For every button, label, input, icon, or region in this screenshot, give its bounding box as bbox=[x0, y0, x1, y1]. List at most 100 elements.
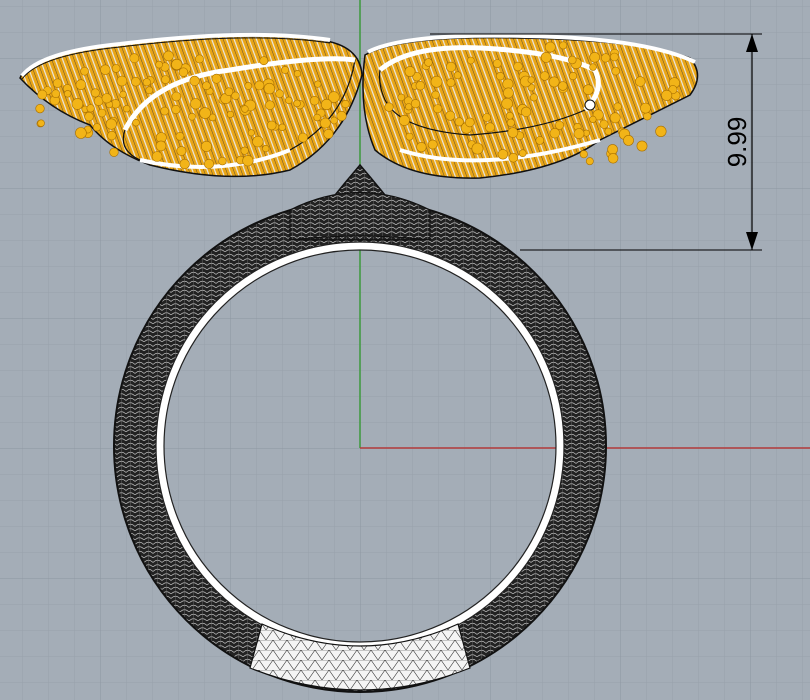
gemstone bbox=[171, 104, 181, 115]
gemstone bbox=[119, 90, 127, 99]
gemstone bbox=[323, 128, 334, 139]
gemstone bbox=[285, 96, 293, 105]
gemstone bbox=[109, 147, 119, 157]
gemstone bbox=[155, 140, 167, 152]
gemstone bbox=[336, 110, 347, 122]
gemstone bbox=[262, 145, 270, 153]
gemstone bbox=[482, 113, 492, 122]
gemstone bbox=[466, 56, 475, 65]
gemstone bbox=[558, 81, 568, 91]
gemstone bbox=[171, 91, 182, 102]
gemstone bbox=[453, 71, 462, 80]
gemstone bbox=[298, 132, 308, 143]
gemstone bbox=[37, 89, 48, 100]
gemstone bbox=[226, 110, 234, 118]
gemstone bbox=[430, 75, 443, 88]
gemstone bbox=[313, 113, 321, 122]
gemstone bbox=[636, 140, 648, 152]
gemstone bbox=[513, 61, 523, 72]
gemstone bbox=[404, 66, 416, 77]
gemstone bbox=[397, 93, 406, 102]
gemstone bbox=[610, 52, 619, 62]
gemstone bbox=[585, 157, 594, 166]
gemstone bbox=[496, 71, 505, 81]
gemstone bbox=[609, 112, 621, 124]
gemstone bbox=[601, 53, 611, 63]
gemstone bbox=[37, 119, 45, 127]
gemstone bbox=[131, 76, 141, 87]
gemstone bbox=[188, 112, 196, 121]
gemstone bbox=[573, 128, 585, 139]
gemstone bbox=[92, 123, 102, 132]
gemstone bbox=[195, 54, 204, 64]
dimension-value: 9.99 bbox=[722, 117, 752, 168]
gemstone bbox=[263, 82, 276, 95]
gemstone bbox=[122, 104, 131, 113]
gemstone bbox=[554, 120, 564, 130]
gemstone bbox=[559, 41, 568, 50]
gemstone bbox=[86, 104, 95, 113]
gemstone bbox=[640, 102, 651, 114]
gemstone bbox=[71, 98, 84, 110]
rhino-front-viewport[interactable]: 9.99 bbox=[0, 0, 810, 700]
gemstone bbox=[539, 71, 550, 81]
gemstone bbox=[341, 99, 350, 109]
gemstone bbox=[97, 108, 107, 118]
gemstone bbox=[151, 151, 163, 162]
gemstone bbox=[155, 60, 163, 69]
gemstone bbox=[611, 66, 621, 76]
gemstone bbox=[497, 149, 509, 160]
gemstone bbox=[160, 106, 169, 116]
viewport-canvas[interactable]: 9.99 bbox=[0, 0, 810, 700]
gemstone bbox=[321, 98, 333, 111]
gemstone bbox=[330, 116, 338, 125]
gemstone bbox=[142, 78, 151, 87]
gemstone bbox=[544, 41, 556, 53]
gemstone bbox=[607, 144, 618, 155]
gemstone bbox=[471, 142, 484, 155]
gemstone bbox=[309, 95, 320, 106]
gemstone bbox=[266, 120, 277, 131]
gemstone bbox=[568, 55, 577, 65]
gemstone bbox=[540, 52, 552, 63]
gemstone bbox=[202, 81, 211, 90]
gemstone bbox=[278, 123, 286, 132]
gemstone bbox=[535, 136, 545, 145]
gemstone bbox=[275, 89, 284, 98]
gemstone bbox=[90, 88, 100, 98]
gemstone bbox=[589, 115, 597, 123]
gemstone bbox=[211, 73, 222, 84]
gemstone bbox=[464, 117, 475, 128]
gemstone bbox=[520, 106, 532, 117]
gemstone bbox=[242, 155, 254, 167]
gemstone bbox=[190, 98, 202, 110]
gemstone bbox=[655, 125, 667, 137]
gemstone bbox=[319, 117, 331, 129]
gemstone bbox=[75, 127, 87, 139]
gemstone bbox=[161, 75, 170, 84]
gemstone bbox=[293, 99, 301, 108]
gemstone bbox=[427, 139, 438, 150]
gemstone bbox=[84, 111, 94, 122]
gemstone bbox=[163, 50, 174, 62]
gemstone bbox=[231, 91, 240, 101]
gemstone bbox=[252, 135, 264, 148]
gemstone bbox=[579, 150, 588, 159]
gemstone bbox=[51, 89, 61, 98]
gemstone bbox=[100, 64, 111, 75]
gemstone bbox=[398, 114, 410, 126]
gemstone bbox=[661, 89, 673, 101]
gemstone bbox=[433, 104, 443, 114]
gemstone bbox=[35, 103, 45, 114]
gemstone bbox=[507, 127, 519, 138]
gemstone bbox=[613, 102, 622, 111]
gemstone bbox=[589, 51, 601, 63]
gemstone bbox=[529, 93, 538, 102]
gemstone bbox=[204, 158, 215, 169]
gemstone bbox=[623, 134, 634, 146]
gemstone bbox=[201, 140, 213, 152]
gemstone bbox=[244, 82, 253, 90]
gemstone bbox=[518, 149, 527, 157]
gemstone bbox=[107, 130, 117, 141]
gemstone bbox=[568, 71, 578, 81]
